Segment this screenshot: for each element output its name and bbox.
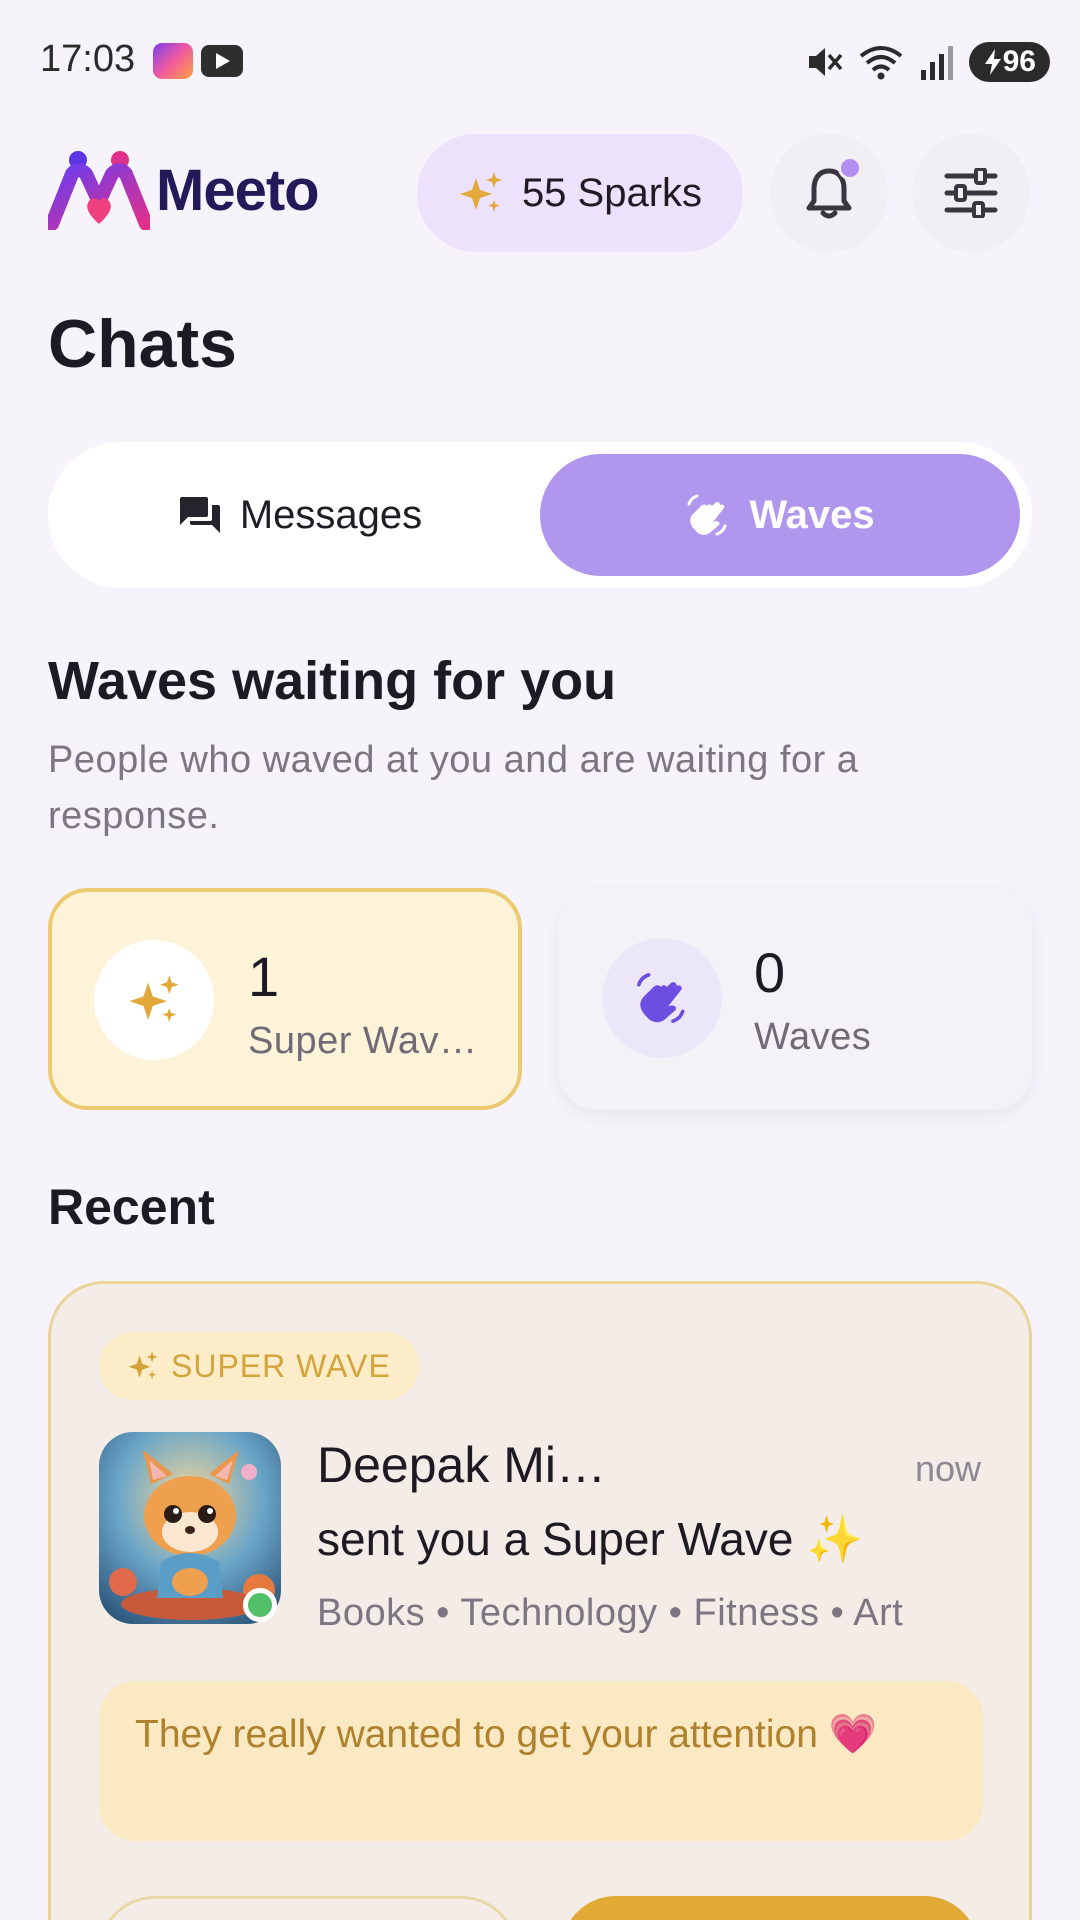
tab-waves[interactable]: Waves xyxy=(540,454,1020,576)
secondary-action-button[interactable] xyxy=(99,1896,517,1920)
super-waves-icon-circle xyxy=(94,940,214,1060)
sparkles-icon xyxy=(129,975,179,1023)
tab-waves-label: Waves xyxy=(749,492,875,537)
sparkles-icon xyxy=(128,1351,158,1380)
sparkles-icon xyxy=(459,172,502,212)
chat-tabs: Messages Waves xyxy=(48,442,1032,588)
tab-messages-label: Messages xyxy=(239,492,423,537)
super-wave-badge-label: SUPER WAVE xyxy=(171,1347,391,1384)
battery-charging-icon xyxy=(984,49,1001,75)
meeto-logo-icon xyxy=(48,151,150,230)
sparks-label: 55 Sparks xyxy=(521,170,703,215)
waves-icon-circle xyxy=(602,938,722,1058)
sparks-balance-button[interactable]: 55 Sparks xyxy=(417,134,743,252)
page-title: Chats xyxy=(48,306,237,382)
logo-text: Meeto xyxy=(156,157,320,223)
recent-heading: Recent xyxy=(48,1179,215,1235)
wifi-icon xyxy=(859,46,902,80)
online-status-dot xyxy=(243,1588,277,1622)
notifications-button[interactable] xyxy=(770,134,888,252)
super-wave-badge: SUPER WAVE xyxy=(99,1332,419,1400)
status-bar: 17:03 96 xyxy=(0,0,1080,120)
meeto-logo: Meeto xyxy=(48,150,320,230)
wave-timestamp: now xyxy=(914,1448,981,1489)
meeto-app-icon xyxy=(153,43,193,79)
attention-note: They really wanted to get your attention… xyxy=(99,1681,983,1841)
super-waves-label: Super Wav… xyxy=(248,1020,478,1062)
waves-card[interactable]: 0 Waves xyxy=(558,888,1032,1110)
filters-button[interactable] xyxy=(912,134,1030,252)
primary-action-button[interactable] xyxy=(561,1896,979,1920)
youtube-icon xyxy=(201,45,243,77)
signal-icon xyxy=(920,46,953,80)
battery-indicator: 96 xyxy=(968,42,1050,82)
waves-label: Waves xyxy=(754,1016,872,1058)
mute-icon xyxy=(808,48,842,76)
interests-list: Books • Technology • Fitness • Art xyxy=(317,1592,904,1634)
sliders-icon xyxy=(944,168,998,218)
waves-subtitle: People who waved at you and are waiting … xyxy=(48,739,859,837)
waving-hand-icon xyxy=(637,973,685,1023)
waves-count: 0 xyxy=(754,941,786,1004)
chat-bubbles-icon xyxy=(179,497,220,533)
status-time: 17:03 xyxy=(40,38,136,80)
wave-message: sent you a Super Wave ✨ xyxy=(317,1513,864,1565)
waves-heading: Waves waiting for you xyxy=(48,651,617,711)
battery-level: 96 xyxy=(1002,45,1036,78)
super-wave-card[interactable]: SUPER WAVE Deepak Mi… now sent you a Sup… xyxy=(48,1281,1032,1920)
super-waves-count: 1 xyxy=(248,945,280,1008)
tab-messages[interactable]: Messages xyxy=(60,454,540,576)
sender-name: Deepak Mi… xyxy=(317,1437,606,1493)
waving-hand-icon xyxy=(687,494,727,536)
super-waves-card[interactable]: 1 Super Wav… xyxy=(48,888,522,1110)
notification-dot xyxy=(838,156,862,180)
